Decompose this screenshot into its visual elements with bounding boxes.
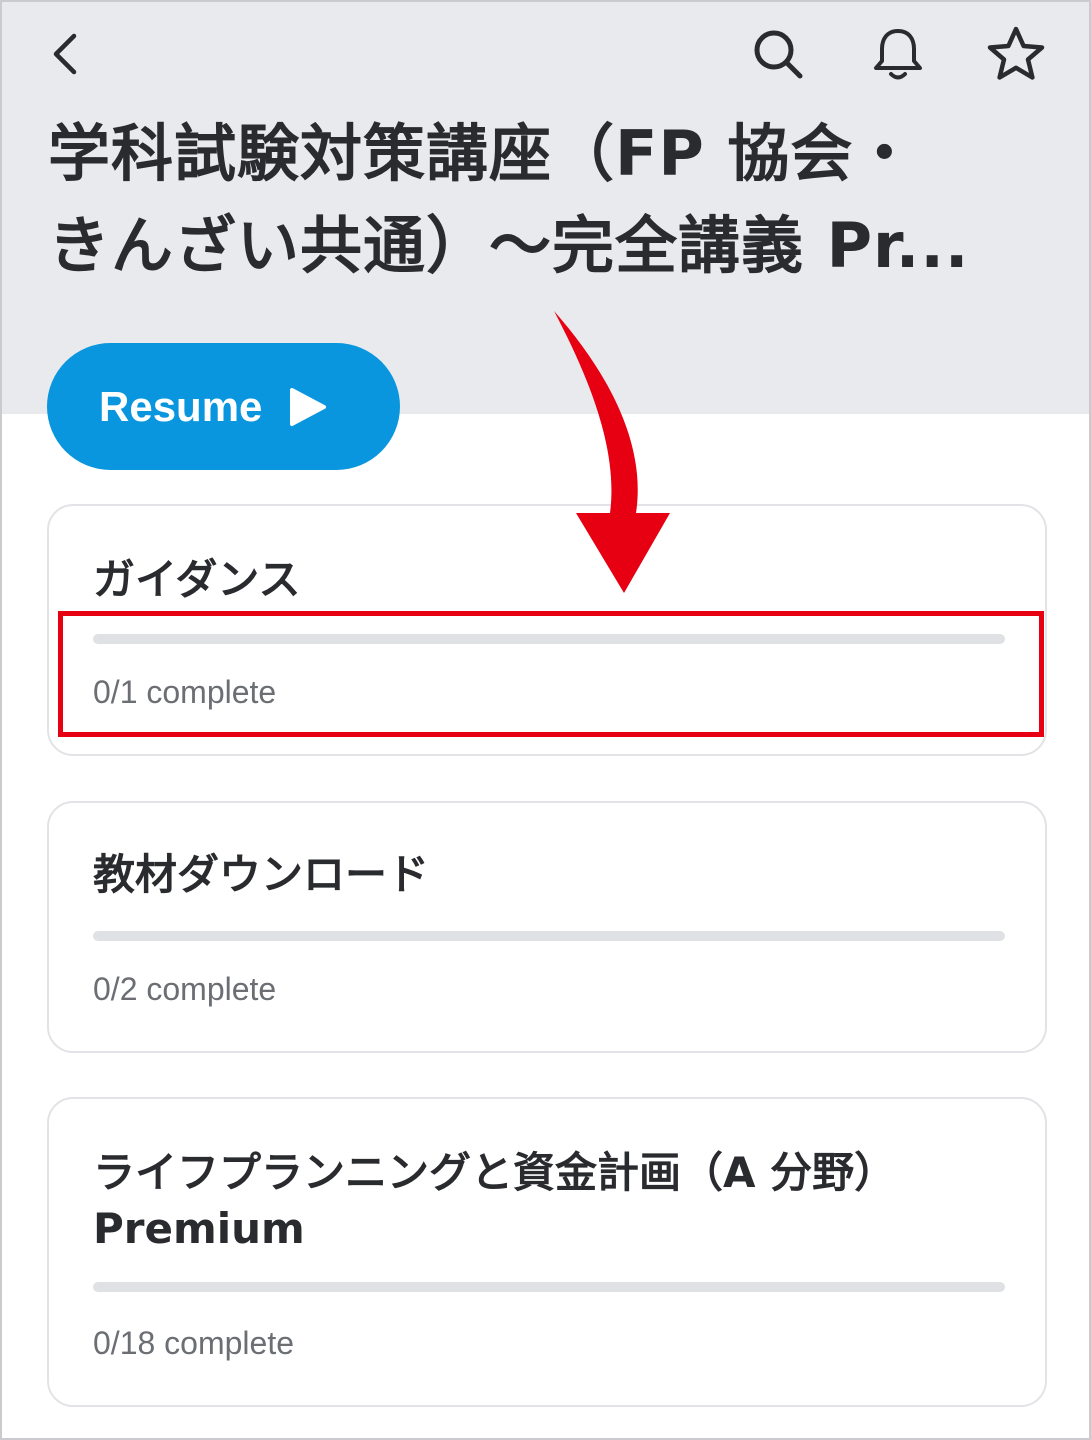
- notifications-button[interactable]: [866, 24, 930, 88]
- section-title-line-1: ライフプランニングと資金計画（A 分野）: [93, 1148, 897, 1197]
- section-card-materials[interactable]: 教材ダウンロード 0/2 complete: [47, 801, 1047, 1053]
- favorite-button[interactable]: [984, 24, 1048, 88]
- course-title-line-2: きんざい共通）〜完全講義 Pr...: [48, 209, 970, 282]
- search-icon: [750, 26, 806, 86]
- section-title: 教材ダウンロード: [93, 850, 430, 899]
- section-title: ガイダンス: [93, 555, 301, 604]
- star-icon: [986, 25, 1046, 87]
- section-card-life-planning[interactable]: ライフプランニングと資金計画（A 分野） Premium 0/18 comple…: [47, 1097, 1047, 1407]
- section-card-guidance[interactable]: ガイダンス 0/1 complete: [47, 504, 1047, 756]
- search-button[interactable]: [746, 24, 810, 88]
- course-page: 学科試験対策講座（FP 協会・ きんざい共通）〜完全講義 Pr... Resum…: [0, 0, 1091, 1440]
- progress-bar: [93, 634, 1005, 644]
- back-button[interactable]: [38, 26, 94, 86]
- progress-bar: [93, 931, 1005, 941]
- resume-button-label: Resume: [99, 382, 263, 430]
- bell-icon: [871, 25, 925, 87]
- course-title-line-1: 学科試験対策講座（FP 協会・: [48, 117, 917, 190]
- progress-text: 0/2 complete: [93, 971, 277, 1007]
- course-title: 学科試験対策講座（FP 協会・ きんざい共通）〜完全講義 Pr...: [48, 108, 1058, 292]
- section-title-line-2: Premium: [93, 1204, 305, 1253]
- progress-bar: [93, 1282, 1005, 1292]
- progress-text: 0/18 complete: [93, 1325, 295, 1361]
- resume-button[interactable]: Resume: [47, 343, 400, 470]
- progress-text: 0/1 complete: [93, 674, 277, 710]
- play-icon: [288, 386, 328, 428]
- chevron-left-icon: [46, 30, 86, 82]
